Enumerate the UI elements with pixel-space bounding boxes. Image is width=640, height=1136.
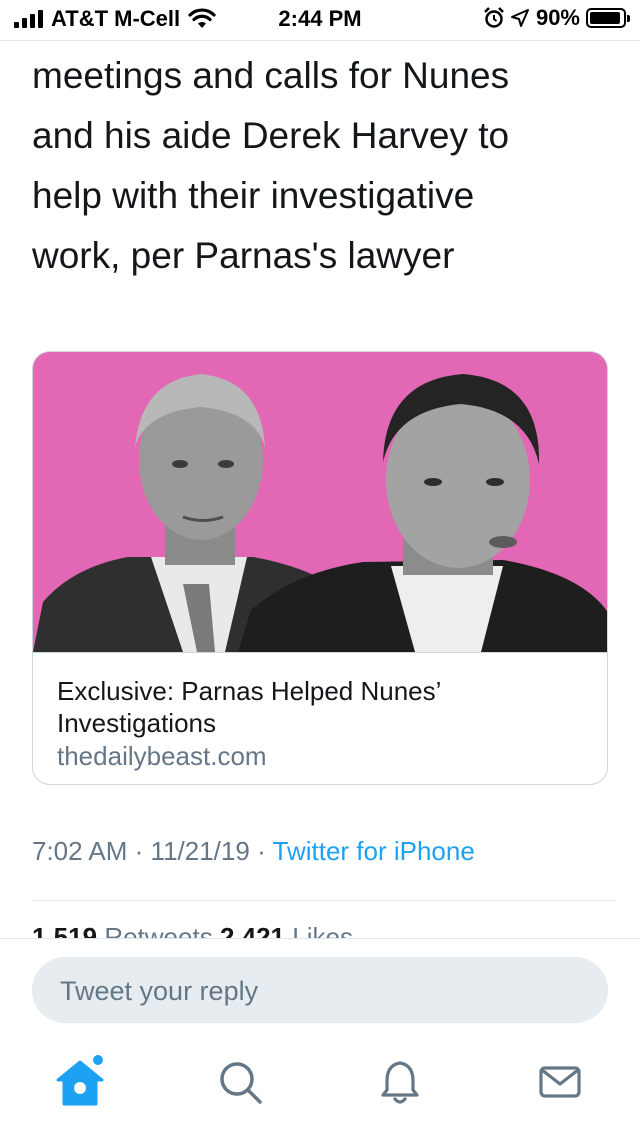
card-photo-illustration — [33, 352, 607, 652]
status-right: 90% — [484, 5, 630, 31]
like-count[interactable]: 2,421 — [220, 922, 285, 938]
location-arrow-icon — [510, 9, 529, 27]
card-domain: thedailybeast.com — [57, 741, 267, 771]
retweet-label[interactable]: Retweets — [104, 922, 212, 938]
messages-icon — [539, 1066, 581, 1098]
tweet-text-line: and his aide Derek Harvey to — [32, 115, 510, 156]
card-body[interactable]: Exclusive: Parnas Helped Nunes’ Investig… — [33, 652, 607, 784]
alarm-icon — [484, 7, 504, 28]
card-title: Exclusive: Parnas Helped Nunes’ Investig… — [57, 676, 441, 738]
meta-separator: · — [257, 836, 266, 866]
tweet-meta: 7:02 AM · 11/21/19 · Twitter for iPhone — [32, 836, 475, 867]
status-bar: AT&T M-Cell 2:44 PM 90% — [0, 0, 640, 40]
tweet-date: 11/21/19 — [150, 836, 250, 866]
tab-search[interactable] — [210, 1052, 270, 1112]
link-preview-card[interactable]: Exclusive: Parnas Helped Nunes’ Investig… — [32, 351, 608, 785]
reply-bar[interactable] — [32, 957, 608, 1025]
search-icon — [220, 1062, 262, 1104]
tab-home[interactable] — [50, 1052, 110, 1112]
home-icon — [56, 1055, 104, 1106]
like-label[interactable]: Likes — [292, 922, 353, 938]
tweet-time: 7:02 AM — [32, 836, 128, 866]
battery-percent: 90% — [535, 5, 580, 30]
tweet-text: meetings and calls for Nunes and his aid… — [32, 46, 612, 286]
tweet-text-line: help with their investigative — [32, 175, 475, 216]
battery-icon — [586, 8, 630, 28]
meta-separator: · — [134, 836, 144, 866]
tab-messages[interactable] — [530, 1052, 590, 1112]
tab-notifications[interactable] — [370, 1052, 430, 1112]
notifications-icon — [381, 1061, 419, 1104]
meta-divider — [32, 900, 616, 901]
tweet-source-link[interactable]: Twitter for iPhone — [273, 836, 475, 866]
reply-input[interactable] — [58, 957, 582, 1025]
tweet-text-line: meetings and calls for Nunes — [32, 55, 510, 96]
retweet-count[interactable]: 1,519 — [32, 922, 97, 938]
tweet-stats[interactable]: 1,519 Retweets 2,421 Likes — [32, 922, 353, 938]
reply-divider — [0, 938, 640, 939]
card-image[interactable] — [33, 352, 607, 652]
tweet-text-line: work, per Parnas's lawyer — [32, 235, 455, 276]
status-divider — [0, 40, 640, 41]
